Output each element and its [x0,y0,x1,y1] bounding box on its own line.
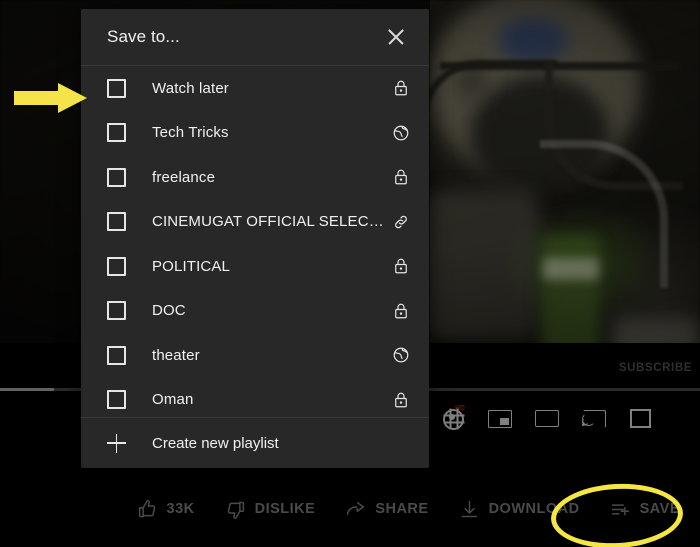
playlist-label: CINEMUGAT OFFICIAL SELECTION [152,213,384,231]
playlist-checkbox[interactable] [107,256,126,276]
share-icon [345,499,366,520]
download-icon [459,499,480,520]
playlist-list[interactable]: Watch later Tech Tricks freelance CINEMU… [81,66,429,417]
playlist-row-theater[interactable]: theater [81,333,429,378]
playlist-label: Tech Tricks [152,124,229,142]
dislike-button[interactable]: DISLIKE [225,499,316,520]
save-label: SAVE [639,501,680,518]
playlist-label: DOC [152,302,186,320]
playlist-row-tech-tricks[interactable]: Tech Tricks [81,111,429,156]
create-new-playlist-button[interactable]: Create new playlist [81,417,429,468]
screenshot-root: SUBSCRIBE HD 33K DISLIKE SHARE DOWNLOAD … [0,0,700,547]
fullscreen-icon[interactable] [628,405,653,430]
playlist-checkbox[interactable] [107,301,126,321]
download-button[interactable]: DOWNLOAD [459,499,580,520]
link-icon [392,213,410,231]
dialog-header: Save to... [81,9,429,66]
playlist-row-oman[interactable]: Oman [81,378,429,418]
playlist-add-icon [610,499,631,520]
cast-icon[interactable] [581,405,606,430]
quality-badge: HD [455,404,465,412]
playlist-checkbox[interactable] [107,167,126,187]
playlist-checkbox[interactable] [107,345,126,365]
subscribe-button[interactable]: SUBSCRIBE [619,362,692,374]
miniplayer-icon[interactable] [487,405,512,430]
playlist-checkbox[interactable] [107,123,126,143]
playlist-label: Watch later [152,79,229,97]
like-button[interactable]: 33K [137,499,195,520]
share-label: SHARE [375,501,429,518]
playlist-label: POLITICAL [152,257,231,275]
playlist-checkbox[interactable] [107,390,126,410]
thumbs-down-icon [225,499,246,520]
playlist-row-political[interactable]: POLITICAL [81,244,429,289]
share-button[interactable]: SHARE [345,499,428,520]
download-label: DOWNLOAD [488,501,580,518]
player-controls: HD [440,398,690,436]
lock-icon [392,79,410,97]
lock-icon [392,168,410,186]
lock-icon [392,302,410,320]
save-button[interactable]: SAVE [610,499,680,520]
playlist-row-cinemugat-official-selection[interactable]: CINEMUGAT OFFICIAL SELECTION [81,200,429,245]
create-new-playlist-label: Create new playlist [152,434,279,452]
lock-icon [392,391,410,409]
dialog-title: Save to... [107,27,180,46]
playlist-label: theater [152,346,200,364]
settings-gear-icon[interactable]: HD [440,405,465,430]
globe-icon [392,346,410,364]
plus-icon [107,433,126,453]
like-count: 33K [166,501,195,518]
theater-mode-icon[interactable] [534,405,559,430]
save-to-dialog: Save to... Watch later Tech Tricks freel… [81,9,429,468]
playlist-checkbox[interactable] [107,212,126,232]
playlist-label: Oman [152,391,194,409]
close-icon[interactable] [382,23,410,51]
thumbs-up-icon [137,499,158,520]
watch-later-checkbox[interactable] [107,78,126,98]
playlist-label: freelance [152,168,216,186]
video-action-bar: 33K DISLIKE SHARE DOWNLOAD SAVE [0,472,700,547]
dislike-label: DISLIKE [254,501,316,518]
playlist-row-doc[interactable]: DOC [81,289,429,334]
playlist-row-watch-later[interactable]: Watch later [81,66,429,111]
playlist-row-freelance[interactable]: freelance [81,155,429,200]
lock-icon [392,257,410,275]
video-progress-fill [0,388,54,391]
globe-icon [392,124,410,142]
